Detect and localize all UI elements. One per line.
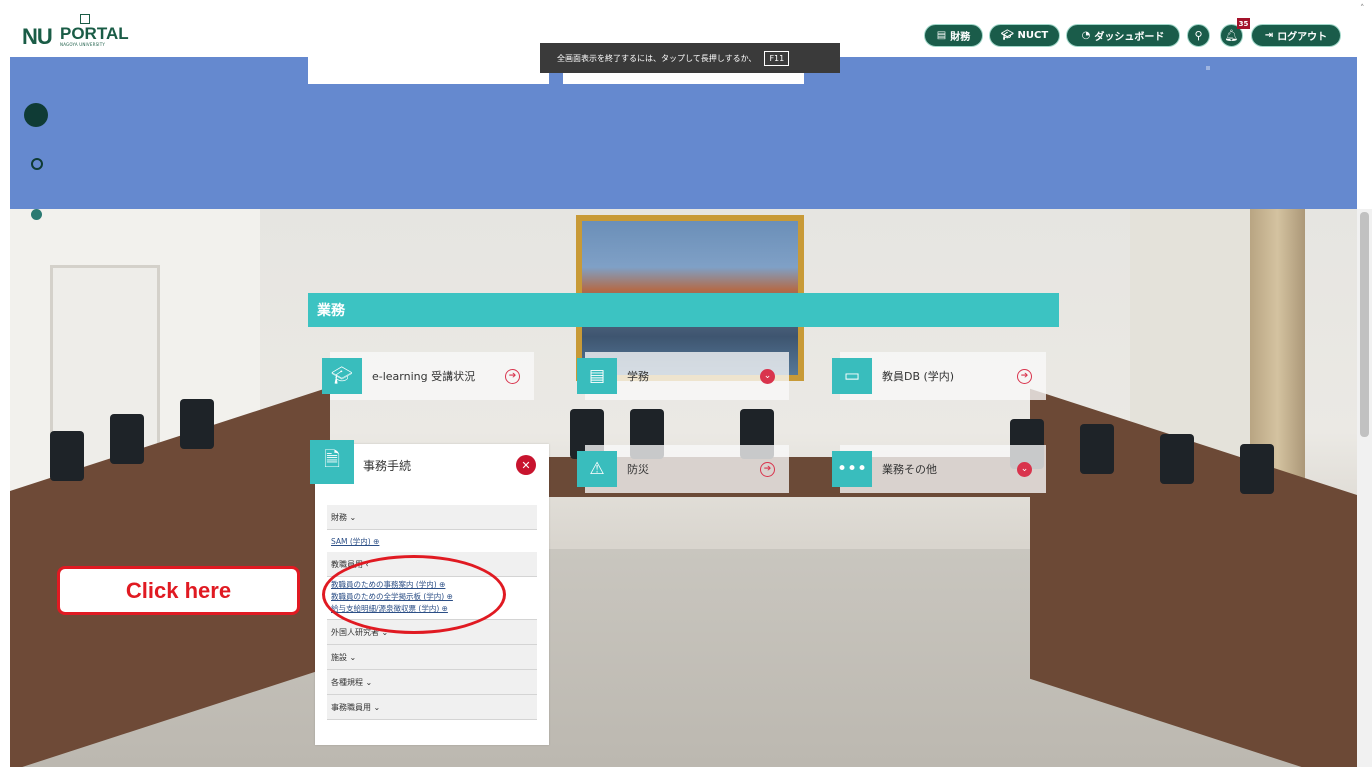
nuportal-logo[interactable]: NU PORTAL NAGOYA UNIVERSITY [22, 14, 142, 49]
tile-academic[interactable]: ▤ 学務 ⌄ [577, 352, 789, 400]
warning-icon: ⚠ [577, 451, 617, 487]
chevron-down-icon: ⌄ [1017, 461, 1032, 477]
band-dot [1206, 66, 1210, 70]
category-finance[interactable]: 財務 ⌄ [327, 505, 537, 530]
category-facilities[interactable]: 施設 ⌄ [327, 645, 537, 670]
click-here-callout: Click here [57, 566, 300, 615]
panel-title: 事務手続 [363, 459, 412, 473]
panel-header: 🗎︎ 事務手続 ✕ [310, 440, 549, 494]
tile-disaster[interactable]: ⚠ 防災 ➔ [577, 445, 789, 493]
fullscreen-notice-text: 全画面表示を終了するには、タップして長押しするか、 [557, 53, 757, 63]
photo-chair [50, 431, 84, 481]
close-icon[interactable]: ✕ [516, 455, 536, 475]
section-title: 業務 [308, 293, 1059, 327]
photo-chair [110, 414, 144, 464]
dashboard-icon: ◔ [1081, 30, 1091, 41]
highlight-ring [322, 555, 506, 634]
graduation-cap-icon: 🎓︎ [322, 358, 362, 394]
dashboard-button[interactable]: ◔ ダッシュボード [1066, 24, 1180, 47]
logout-button-label: ログアウト [1277, 32, 1328, 43]
id-card-icon: ▭ [832, 358, 872, 394]
tile-label: 教員DB (学内) [882, 370, 955, 383]
logo-portal: PORTAL [60, 24, 129, 43]
slide-dot[interactable] [31, 158, 43, 170]
portal-page: NU PORTAL NAGOYA UNIVERSITY ▤ 財務 🎓︎ NUCT… [0, 0, 1372, 767]
logo-university: NAGOYA UNIVERSITY [60, 42, 105, 47]
more-icon: ••• [832, 451, 872, 487]
photo-chair [1240, 444, 1274, 494]
tile-other[interactable]: ••• 業務その他 ⌄ [832, 445, 1046, 493]
dashboard-button-label: ダッシュボード [1094, 32, 1165, 43]
photo-chair [1160, 434, 1194, 484]
bell-icon: 🔔︎ [1224, 29, 1239, 42]
search-icon: ⚲ [1194, 29, 1203, 42]
scrollbar-thumb[interactable] [1360, 212, 1369, 437]
finance-icon: ▤ [936, 30, 947, 41]
nuct-button-label: NUCT [1017, 30, 1049, 41]
photo-chair [180, 399, 214, 449]
scroll-up-icon[interactable]: ˄ [1360, 4, 1365, 14]
tile-label: 業務その他 [882, 463, 937, 476]
logout-button[interactable]: ⇥ ログアウト [1251, 24, 1341, 47]
tile-elearning[interactable]: 🎓︎ e-learning 受講状況 ➔ [322, 352, 534, 400]
graduation-cap-icon: 🎓︎ [1000, 30, 1014, 41]
search-field-left[interactable] [308, 57, 549, 84]
notification-badge: 35 [1237, 18, 1250, 29]
finance-button-label: 財務 [950, 32, 971, 43]
logout-icon: ⇥ [1264, 30, 1274, 41]
f11-key: F11 [764, 50, 790, 66]
arrow-circle-icon: ➔ [505, 368, 520, 384]
book-icon: ▤ [577, 358, 617, 394]
nuct-button[interactable]: 🎓︎ NUCT [989, 24, 1060, 47]
logo-mark-icon [80, 14, 90, 24]
slide-dot[interactable] [31, 209, 42, 220]
slide-dot-active[interactable] [24, 103, 48, 127]
finance-button[interactable]: ▤ 財務 [924, 24, 983, 47]
tile-label: 学務 [627, 370, 649, 383]
logo-nu: NU [22, 24, 53, 49]
arrow-circle-icon: ➔ [1017, 368, 1032, 384]
tile-label: 防災 [627, 463, 649, 476]
link-sam[interactable]: SAM (学内) ⊕ [327, 530, 537, 552]
photo-chair [1080, 424, 1114, 474]
document-icon: 🗎︎ [310, 440, 354, 484]
search-button[interactable]: ⚲ [1187, 24, 1210, 47]
fullscreen-notice: 全画面表示を終了するには、タップして長押しするか、 F11 [540, 43, 840, 73]
category-office-staff[interactable]: 事務職員用 ⌄ [327, 695, 537, 720]
arrow-circle-icon: ➔ [760, 461, 775, 477]
category-regulations[interactable]: 各種規程 ⌄ [327, 670, 537, 695]
tile-faculty-db[interactable]: ▭ 教員DB (学内) ➔ [832, 352, 1046, 400]
chevron-down-icon: ⌄ [760, 368, 775, 384]
tile-label: e-learning 受講状況 [372, 370, 476, 383]
